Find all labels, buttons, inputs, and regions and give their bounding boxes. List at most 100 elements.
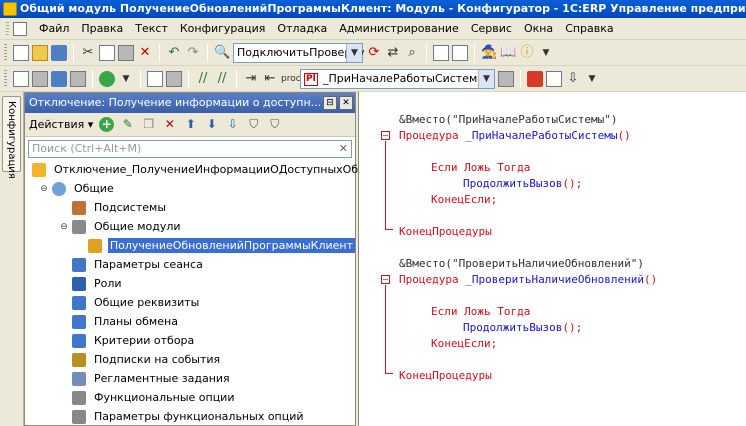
- sort-icon[interactable]: ⇩: [225, 117, 240, 132]
- save-icon[interactable]: [51, 44, 67, 61]
- paste-icon[interactable]: [118, 44, 134, 61]
- delete-item-icon[interactable]: ✕: [162, 117, 177, 132]
- menu-grip: [6, 21, 9, 36]
- comment-icon[interactable]: //: [195, 71, 211, 87]
- bookmark-icon[interactable]: [546, 70, 562, 87]
- keyword: Процедура: [399, 129, 459, 142]
- find-next-icon[interactable]: ⟳: [366, 45, 382, 61]
- start-debug-icon[interactable]: [99, 70, 115, 87]
- collapse-icon[interactable]: −: [381, 131, 390, 140]
- tree-search-input[interactable]: Поиск (Ctrl+Alt+M) ✕: [28, 140, 352, 158]
- chevron-down-icon[interactable]: ▼: [346, 43, 362, 62]
- window-icon[interactable]: [433, 44, 449, 61]
- menu-text[interactable]: Текст: [129, 18, 174, 40]
- tree-item[interactable]: ⊖ Общие модули: [25, 217, 355, 236]
- menu-configuration[interactable]: Конфигурация: [174, 18, 272, 40]
- procedure-list-icon[interactable]: proc: [281, 71, 301, 87]
- new-document-icon[interactable]: [13, 44, 29, 61]
- actions-menu-button[interactable]: Действия ▾: [29, 118, 93, 131]
- chevron-down-icon[interactable]: ▼: [118, 71, 134, 87]
- move-down-icon[interactable]: ⬇: [204, 117, 219, 132]
- menu-administration[interactable]: Администрирование: [333, 18, 465, 40]
- window-title-bar[interactable]: Общий модуль ПолучениеОбновленийПрограмм…: [0, 0, 746, 18]
- find-icon[interactable]: 🔍: [214, 45, 230, 61]
- wizard-icon[interactable]: 🧙: [481, 45, 497, 61]
- copy-item-icon[interactable]: ❐: [141, 117, 156, 132]
- menu-debug[interactable]: Отладка: [271, 18, 333, 40]
- tree-item[interactable]: Роли: [25, 274, 355, 293]
- filter-icon[interactable]: ⛉: [246, 117, 261, 132]
- keyword: КонецПроцедуры: [399, 369, 492, 382]
- update-config-icon[interactable]: [70, 70, 86, 87]
- cut-icon[interactable]: ✂: [80, 45, 96, 61]
- add-icon[interactable]: +: [99, 117, 115, 132]
- collapse-toggle-icon[interactable]: ⊖: [39, 184, 49, 194]
- tree-item[interactable]: Параметры функциональных опций: [25, 407, 355, 426]
- breakpoint-icon[interactable]: [527, 70, 543, 87]
- tree-item[interactable]: Функциональные опции: [25, 388, 355, 407]
- menu-service[interactable]: Сервис: [465, 18, 518, 40]
- tree-item-label: Критерии отбора: [94, 334, 195, 347]
- clear-search-icon[interactable]: ✕: [339, 141, 348, 157]
- tree-item[interactable]: Регламентные задания: [25, 369, 355, 388]
- goto-definition-icon[interactable]: [498, 70, 514, 87]
- print-icon[interactable]: [166, 70, 182, 87]
- chevron-down-icon[interactable]: ▼: [538, 45, 554, 61]
- toolbar-separator: [474, 43, 475, 62]
- tree-item[interactable]: Подсистемы: [25, 198, 355, 217]
- tree-item[interactable]: Критерии отбора: [25, 331, 355, 350]
- database-icon[interactable]: [51, 70, 67, 87]
- menu-edit[interactable]: Правка: [75, 18, 129, 40]
- edit-icon[interactable]: ✎: [120, 117, 135, 132]
- info-icon[interactable]: ⓘ: [519, 45, 535, 61]
- config-root-icon: [32, 162, 46, 177]
- chevron-down-icon[interactable]: ▼: [584, 71, 600, 87]
- tree-item[interactable]: ⊖ Общие: [25, 179, 355, 198]
- tree-item[interactable]: Подписки на события: [25, 350, 355, 369]
- tree-item-label: Отключение_ПолучениеИнформацииОДоступных…: [54, 163, 386, 176]
- annotation-text: &Вместо("ПриНачалеРаботыСистемы"): [399, 113, 618, 126]
- module-text-icon[interactable]: [147, 70, 163, 87]
- configuration-tree-icon[interactable]: [13, 70, 29, 87]
- open-folder-icon[interactable]: [32, 44, 48, 61]
- close-icon[interactable]: ✕: [339, 96, 353, 110]
- copy-icon[interactable]: [99, 44, 115, 61]
- tree-item[interactable]: Параметры сеанса: [25, 255, 355, 274]
- roles-icon: [72, 276, 86, 291]
- chevron-down-icon[interactable]: ▼: [478, 69, 494, 88]
- collapse-icon[interactable]: −: [381, 275, 390, 284]
- move-up-icon[interactable]: ⬆: [183, 117, 198, 132]
- exchange-plans-icon: [72, 314, 86, 329]
- next-bookmark-icon[interactable]: ⇩: [565, 71, 581, 87]
- tree-item[interactable]: Отключение_ПолучениеИнформацииОДоступных…: [25, 160, 386, 179]
- configuration-side-tab[interactable]: Конфигурация: [2, 96, 21, 179]
- syntax-helper-icon[interactable]: 📖: [500, 45, 516, 61]
- tree-item[interactable]: Общие реквизиты: [25, 293, 355, 312]
- undo-icon[interactable]: ↶: [166, 45, 182, 61]
- find-replace-icon[interactable]: ⇄: [385, 45, 401, 61]
- collapse-toggle-icon[interactable]: ⊖: [59, 222, 69, 232]
- tree-item[interactable]: ПолучениеОбновленийПрограммыКлиент: [25, 236, 355, 255]
- outdent-icon[interactable]: ⇤: [262, 71, 278, 87]
- menu-windows[interactable]: Окна: [518, 18, 559, 40]
- tree-item-label: Параметры функциональных опций: [94, 410, 304, 423]
- menu-help[interactable]: Справка: [559, 18, 619, 40]
- tree-item[interactable]: Планы обмена: [25, 312, 355, 331]
- document-icon[interactable]: [13, 21, 27, 36]
- indent-icon[interactable]: ⇥: [243, 71, 259, 87]
- compare-icon[interactable]: [32, 70, 48, 87]
- code-editor[interactable]: &Вместо("ПриНачалеРаботыСистемы") − Проц…: [358, 92, 746, 426]
- toolbar-separator: [426, 43, 427, 62]
- properties-icon[interactable]: [452, 44, 468, 61]
- uncomment-icon[interactable]: //: [214, 71, 230, 87]
- keyword: КонецПроцедуры: [399, 225, 492, 238]
- clear-filter-icon[interactable]: ⛉: [267, 117, 282, 132]
- actions-label: Действия: [29, 118, 85, 131]
- delete-icon[interactable]: ✕: [137, 45, 153, 61]
- procedure-combo[interactable]: Pl _ПриНачалеРаботыСистемы ▼: [300, 68, 495, 89]
- search-combo[interactable]: ПодключитьПроверку ▼: [233, 42, 364, 63]
- pin-icon[interactable]: ⊟: [323, 96, 337, 110]
- find-all-icon[interactable]: ⌕: [404, 45, 420, 61]
- redo-icon[interactable]: ↷: [185, 45, 201, 61]
- menu-file[interactable]: Файл: [33, 18, 75, 40]
